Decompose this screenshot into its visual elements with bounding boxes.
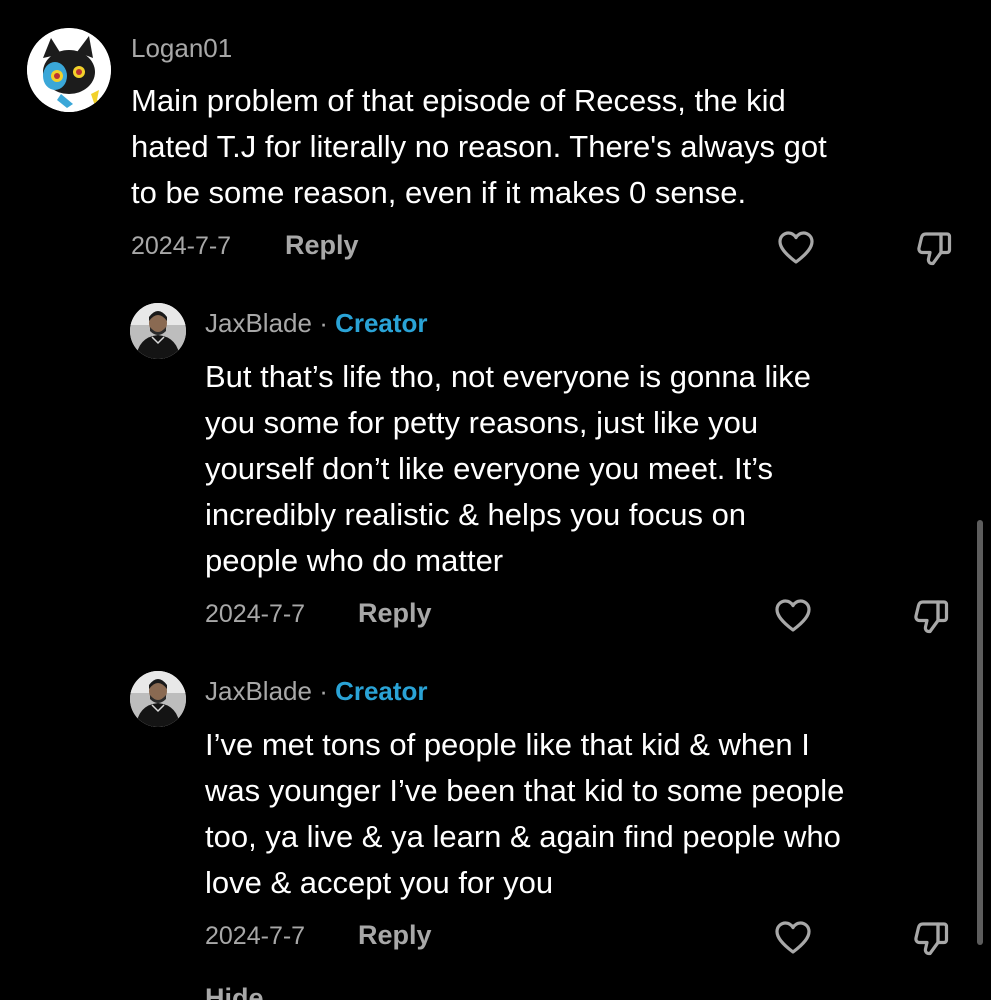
person-avatar-icon[interactable] — [130, 671, 186, 727]
comment-date: 2024-7-7 — [205, 600, 306, 628]
comment-text: Main problem of that episode of Recess, … — [131, 83, 827, 210]
comment-text: I’ve met tons of people like that kid & … — [205, 727, 845, 900]
reply-button[interactable]: Reply — [358, 598, 432, 629]
reply-button[interactable]: Reply — [358, 920, 432, 951]
creator-badge: Creator — [335, 308, 428, 338]
comment-date: 2024-7-7 — [131, 232, 232, 260]
username-separator: · — [311, 676, 336, 706]
username-text[interactable]: Logan01 — [131, 33, 232, 63]
scrollbar[interactable] — [977, 520, 983, 945]
reply-button[interactable]: Reply — [285, 230, 359, 261]
heart-icon[interactable] — [773, 596, 813, 636]
thumbs-down-icon[interactable] — [911, 596, 951, 636]
comment-text: But that’s life tho, not everyone is gon… — [205, 359, 812, 578]
hide-replies-button[interactable]: Hide — [205, 983, 264, 1000]
comment-username[interactable]: JaxBlade · Creator — [205, 308, 428, 339]
heart-icon[interactable] — [776, 228, 816, 268]
comment-username[interactable]: JaxBlade · Creator — [205, 676, 428, 707]
heart-icon[interactable] — [773, 918, 813, 958]
luxio-avatar-icon[interactable] — [27, 28, 111, 112]
thumbs-down-icon[interactable] — [911, 918, 951, 958]
username-separator: · — [311, 308, 336, 338]
comment-username[interactable]: Logan01 — [131, 33, 232, 64]
comment-date: 2024-7-7 — [205, 922, 306, 950]
username-text[interactable]: JaxBlade — [205, 676, 312, 706]
person-avatar-icon[interactable] — [130, 303, 186, 359]
username-text[interactable]: JaxBlade — [205, 308, 312, 338]
creator-badge: Creator — [335, 676, 428, 706]
thumbs-down-icon[interactable] — [914, 228, 954, 268]
